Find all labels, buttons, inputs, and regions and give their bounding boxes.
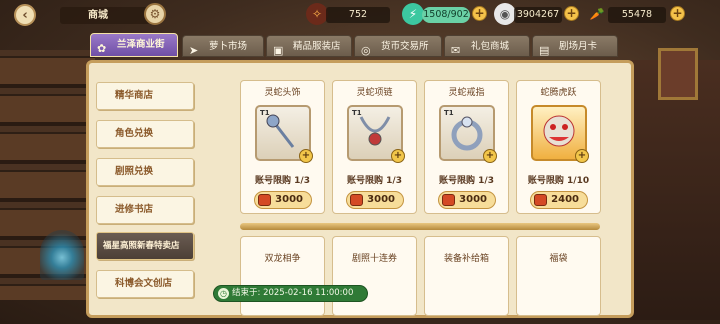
tab-theater-card[interactable]: ▤ 剧场月卡 xyxy=(532,35,618,57)
feather-icon: ✿ xyxy=(97,42,107,55)
tier-badge: T1 xyxy=(444,109,454,117)
ring-item-icon: T1 + xyxy=(439,105,497,163)
fire-gift-icon: ✧ xyxy=(306,3,328,25)
product-card[interactable]: 蛇腾虎跃 + 账号限购 1/10 2400 xyxy=(516,80,601,214)
necklace-item-icon: T1 + xyxy=(347,105,405,163)
tab-clothes-shop[interactable]: ▣ 精品服装店 xyxy=(266,35,352,57)
product-name: 灵蛇项链 xyxy=(356,88,393,98)
add-carrot-button[interactable]: + xyxy=(670,6,685,21)
product-card[interactable]: 福袋 xyxy=(516,236,601,316)
currency-stamina-value: 1508/902 xyxy=(422,7,470,23)
price-button[interactable]: 3000 xyxy=(438,191,496,209)
sidebar-item-character-exchange[interactable]: 角色兑换 xyxy=(96,120,194,148)
purchase-limit: 账号限购 1/3 xyxy=(347,176,402,186)
add-coin-button[interactable]: + xyxy=(564,6,579,21)
price-value: 3000 xyxy=(459,194,487,205)
sidebar-item-bookstore[interactable]: 进修书店 xyxy=(96,196,194,224)
energy-bottle-icon: ⚡ xyxy=(402,3,424,25)
currency-icon xyxy=(258,194,271,206)
product-name: 剧照十连券 xyxy=(351,254,397,264)
add-icon: + xyxy=(391,149,405,163)
product-card[interactable]: 灵蛇头饰 T1 + 账号限购 1/3 3000 xyxy=(240,80,325,214)
product-name: 蛇腾虎跃 xyxy=(540,88,577,98)
sidebar-item-new-year-sale[interactable]: 福星高照新春特卖店 xyxy=(96,232,194,260)
currency-icon xyxy=(442,194,455,206)
currency-icon xyxy=(534,194,547,206)
lion-dance-item-icon: + xyxy=(531,105,589,163)
gift-icon: ✉ xyxy=(451,44,461,57)
tab-label: 兰泽商业街 xyxy=(117,39,165,50)
product-card[interactable]: 装备补给箱 xyxy=(424,236,509,316)
add-stamina-button[interactable]: + xyxy=(472,6,487,21)
sidebar-item-still-exchange[interactable]: 剧照兑换 xyxy=(96,158,194,186)
end-time-label: 结束于: xyxy=(232,288,261,298)
shelf-rod xyxy=(240,223,600,230)
add-icon: + xyxy=(483,149,497,163)
currency-icon xyxy=(350,194,363,206)
tab-lanze-street[interactable]: ✿ 兰泽商业街 xyxy=(90,33,178,57)
tab-carrot-market[interactable]: ➤ 萝卜市场 xyxy=(182,35,264,57)
product-card[interactable]: 双龙相争 xyxy=(240,236,325,316)
price-value: 2400 xyxy=(551,194,579,205)
product-card[interactable]: 剧照十连券 xyxy=(332,236,417,316)
price-button[interactable]: 3000 xyxy=(254,191,312,209)
shop-tabs: ✿ 兰泽商业街 ➤ 萝卜市场 ▣ 精品服装店 ◎ 货币交易所 ✉ 礼包商城 ▤ 剧场月卡 xyxy=(90,33,630,57)
glowing-lamp xyxy=(40,230,84,280)
add-icon: + xyxy=(575,149,589,163)
tab-label: 货币交易所 xyxy=(381,41,429,52)
currency-coin-value: 3904267 xyxy=(514,7,562,23)
purchase-limit: 账号限购 1/3 xyxy=(439,176,494,186)
top-bar: ‹ 商城 ⚙ ✧ 752 ⚡ 1508/902 + ◉ 3904267 + 🥕 … xyxy=(0,0,720,30)
tab-label: 萝卜市场 xyxy=(209,41,248,52)
sidebar-item-essence-shop[interactable]: 精华商店 xyxy=(96,82,194,110)
product-card[interactable]: 灵蛇项链 T1 + 账号限购 1/3 3000 xyxy=(332,80,417,214)
price-button[interactable]: 3000 xyxy=(346,191,404,209)
hairpin-item-icon: T1 + xyxy=(255,105,313,163)
coin-icon: ◉ xyxy=(494,3,516,25)
purchase-limit: 账号限购 1/3 xyxy=(255,176,310,186)
sale-end-timer: ◷ 结束于: 2025-02-16 11:00:00 xyxy=(213,285,368,302)
tab-label: 礼包商城 xyxy=(471,41,510,52)
carrot-icon: ➤ xyxy=(189,44,199,57)
product-name: 灵蛇头饰 xyxy=(264,88,301,98)
page-title: 商城 xyxy=(60,7,150,24)
tab-currency-exchange[interactable]: ◎ 货币交易所 xyxy=(354,35,442,57)
product-name: 灵蛇戒指 xyxy=(448,88,485,98)
product-name: 双龙相争 xyxy=(264,254,301,264)
tier-badge: T1 xyxy=(260,109,270,117)
clock-icon: ◷ xyxy=(218,288,229,299)
sidebar-item-expo-shop[interactable]: 科博会文创店 xyxy=(96,270,194,298)
exchange-icon: ◎ xyxy=(361,44,371,57)
tab-label: 精品服装店 xyxy=(293,41,341,52)
end-time-value: 2025-02-16 11:00:00 xyxy=(263,288,354,298)
tab-gift-shop[interactable]: ✉ 礼包商城 xyxy=(444,35,530,57)
carrot-icon: 🥕 xyxy=(589,7,605,21)
clothes-icon: ▣ xyxy=(273,44,284,57)
product-name: 福袋 xyxy=(549,254,568,264)
tab-label: 剧场月卡 xyxy=(559,41,598,52)
add-icon: + xyxy=(299,149,313,163)
price-value: 3000 xyxy=(275,194,303,205)
price-button[interactable]: 2400 xyxy=(530,191,588,209)
currency-gift-value: 752 xyxy=(326,7,390,23)
currency-carrot-value: 55478 xyxy=(608,7,666,23)
product-name: 装备补给箱 xyxy=(443,254,489,264)
card-icon: ▤ xyxy=(539,44,550,57)
back-arrow-icon: ‹ xyxy=(22,7,28,23)
gear-icon: ⚙ xyxy=(144,3,166,25)
product-card[interactable]: 灵蛇戒指 T1 + 账号限购 1/3 3000 xyxy=(424,80,509,214)
tier-badge: T1 xyxy=(352,109,362,117)
wall-painting xyxy=(658,48,698,100)
back-button[interactable]: ‹ xyxy=(14,4,36,26)
purchase-limit: 账号限购 1/10 xyxy=(527,176,590,186)
price-value: 3000 xyxy=(367,194,395,205)
